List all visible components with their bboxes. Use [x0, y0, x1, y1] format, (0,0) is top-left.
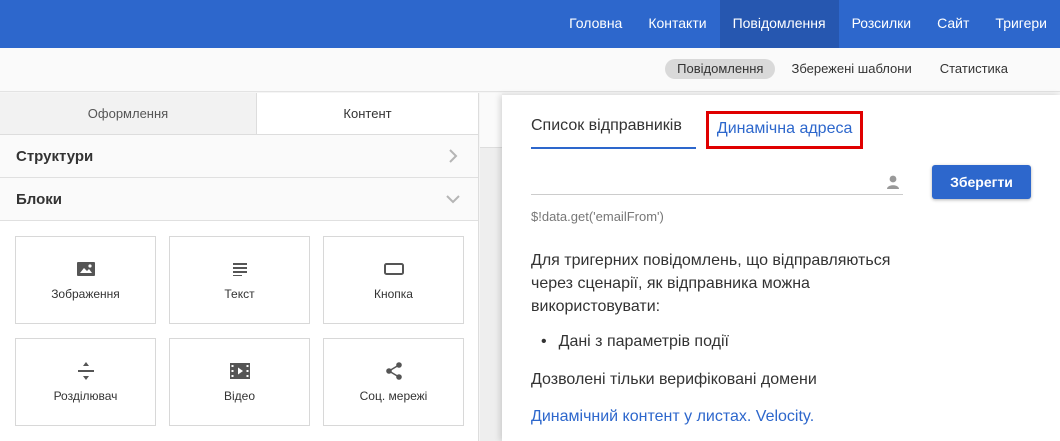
- blocks-label: Блоки: [16, 190, 63, 208]
- nav-item-contacts[interactable]: Контакти: [635, 0, 719, 48]
- subnav-item-statistics[interactable]: Статистика: [928, 59, 1020, 79]
- block-divider[interactable]: Розділювач: [15, 338, 156, 426]
- structures-label: Структури: [16, 147, 94, 165]
- block-label: Зображення: [51, 287, 120, 301]
- button-icon: [383, 259, 404, 279]
- save-button[interactable]: Зберегти: [932, 165, 1031, 199]
- block-label: Відео: [223, 389, 256, 403]
- sub-nav: Повідомлення Збережені шаблони Статистик…: [665, 59, 1020, 79]
- sender-panel: Список відправників Динамічна адреса Збе…: [502, 95, 1060, 441]
- velocity-help-link[interactable]: Динамічний контент у листах. Velocity.: [531, 408, 814, 426]
- canvas-header-strip: [480, 93, 502, 148]
- nav-item-mailings[interactable]: Розсилки: [839, 0, 925, 48]
- blocks-section-header[interactable]: Блоки: [0, 178, 478, 221]
- chevron-right-icon: [444, 147, 462, 165]
- top-navbar: Головна Контакти Повідомлення Розсилки С…: [0, 0, 1060, 48]
- block-video[interactable]: Відео: [169, 338, 310, 426]
- tab-dynamic-address[interactable]: Динамічна адреса: [705, 111, 864, 149]
- structures-section-header[interactable]: Структури: [0, 135, 478, 178]
- video-icon: [229, 361, 250, 381]
- share-icon: [384, 361, 404, 381]
- tab-design[interactable]: Оформлення: [0, 93, 257, 134]
- text-icon: [230, 259, 250, 279]
- tab-content[interactable]: Контент: [257, 93, 478, 134]
- nav-item-site[interactable]: Сайт: [924, 0, 982, 48]
- block-label: Текст: [224, 287, 255, 301]
- bullet-item: • Дані з параметрів події: [541, 333, 729, 351]
- block-label: Кнопка: [374, 287, 413, 301]
- person-icon[interactable]: [887, 175, 901, 191]
- block-image[interactable]: Зображення: [15, 236, 156, 324]
- block-button[interactable]: Кнопка: [323, 236, 464, 324]
- block-label: Розділювач: [53, 389, 118, 403]
- nav-item-home[interactable]: Головна: [556, 0, 635, 48]
- subnav-item-saved-templates[interactable]: Збережені шаблони: [779, 59, 923, 79]
- sub-navbar: Повідомлення Збережені шаблони Статистик…: [0, 48, 1060, 92]
- block-text[interactable]: Текст: [169, 236, 310, 324]
- nav-item-triggers[interactable]: Тригери: [982, 0, 1060, 48]
- variable-hint: $!data.get('emailFrom'): [531, 209, 664, 224]
- dynamic-address-input[interactable]: [531, 173, 881, 193]
- image-icon: [76, 259, 96, 279]
- description-text: Для тригерних повідомлень, що відправляю…: [531, 252, 891, 315]
- nav-item-messages[interactable]: Повідомлення: [719, 0, 839, 48]
- bullet-dot: •: [541, 333, 547, 350]
- tab-sender-list[interactable]: Список відправників: [531, 111, 696, 149]
- divider-icon: [76, 361, 96, 381]
- editor-tabs: Оформлення Контент: [0, 93, 478, 135]
- sender-tabs: Список відправників Динамічна адреса: [531, 111, 864, 149]
- main-nav: Головна Контакти Повідомлення Розсилки С…: [556, 0, 1060, 48]
- block-label: Соц. мережі: [359, 389, 428, 403]
- canvas-strip: [480, 93, 502, 441]
- chevron-down-icon: [444, 190, 462, 208]
- address-field-wrap: [531, 173, 903, 195]
- block-social[interactable]: Соц. мережі: [323, 338, 464, 426]
- allowed-domains-text: Дозволені тільки верифіковані домени: [531, 371, 817, 388]
- editor-sidebar: Оформлення Контент Структури Блоки Зобра…: [0, 93, 479, 441]
- subnav-item-messages[interactable]: Повідомлення: [665, 59, 776, 79]
- blocks-grid: Зображення Текст Кнопка Розділювач Відео: [0, 221, 478, 426]
- bullet-text: Дані з параметрів події: [558, 333, 729, 350]
